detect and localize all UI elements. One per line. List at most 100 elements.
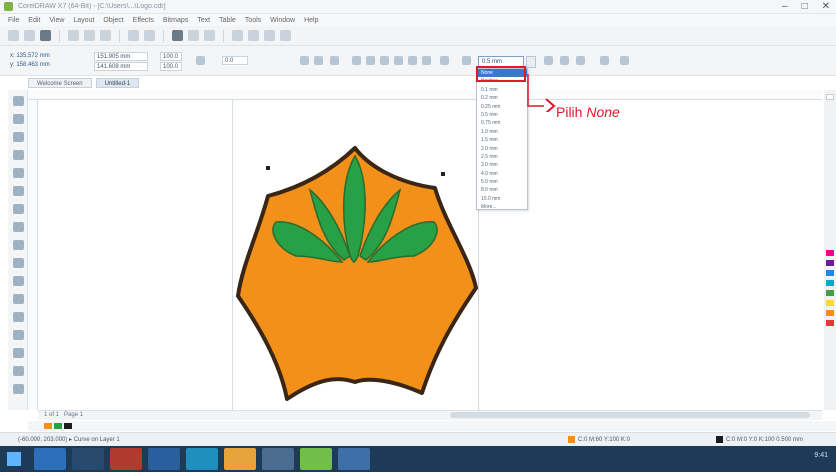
join-nodes-icon[interactable]	[380, 56, 389, 65]
crop-tool-icon[interactable]	[13, 132, 24, 142]
tab-welcome-screen[interactable]: Welcome Screen	[28, 78, 92, 88]
parallel-dimension-icon[interactable]	[13, 276, 24, 286]
menu-tools[interactable]: Tools	[245, 17, 261, 24]
dropdown-item[interactable]: 0.75 mm	[477, 119, 527, 127]
open-icon[interactable]	[24, 30, 35, 41]
position-x-field[interactable]: x: 135.572 mm	[10, 52, 50, 60]
palette-swatch[interactable]	[826, 280, 834, 286]
transparency-icon[interactable]	[13, 330, 24, 340]
minimize-button[interactable]: –	[782, 1, 788, 12]
reduce-nodes-icon[interactable]	[620, 56, 629, 65]
add-node-icon[interactable]	[352, 56, 361, 65]
outline-status[interactable]: C:0 M:0 Y:0 K:100 0.500 mm	[716, 436, 803, 443]
document-color-green[interactable]	[54, 423, 62, 429]
pick-tool-icon[interactable]	[13, 96, 24, 106]
palette-swatch[interactable]	[826, 260, 834, 266]
menu-view[interactable]: View	[49, 17, 64, 24]
scale-y-field[interactable]: 100.0	[160, 62, 182, 71]
taskbar-document-icon[interactable]	[338, 448, 370, 470]
line-style-icon[interactable]	[560, 56, 569, 65]
dropdown-item[interactable]: 0.25 mm	[477, 103, 527, 111]
system-tray-clock[interactable]: 9:41	[814, 452, 828, 459]
to-line-icon[interactable]	[408, 56, 417, 65]
menu-table[interactable]: Table	[219, 17, 236, 24]
chevron-down-icon[interactable]	[526, 56, 536, 68]
scale-x-field[interactable]: 100.0	[160, 52, 182, 61]
rotation-angle-field[interactable]: 0.0	[222, 56, 248, 65]
import-icon[interactable]	[172, 30, 183, 41]
pentagon-leaf-logo[interactable]	[230, 138, 480, 408]
break-curve-icon[interactable]	[394, 56, 403, 65]
smart-fill-icon[interactable]	[13, 384, 24, 394]
eyedropper-icon[interactable]	[13, 348, 24, 358]
mirror-horizontal-icon[interactable]	[300, 56, 309, 65]
height-field[interactable]: 141.608 mm	[94, 62, 148, 71]
taskbar-browser-icon[interactable]	[186, 448, 218, 470]
text-tool-icon[interactable]	[13, 258, 24, 268]
drop-shadow-icon[interactable]	[13, 312, 24, 322]
palette-swatch[interactable]	[826, 290, 834, 296]
page-tab[interactable]: Page 1	[64, 412, 83, 418]
taskbar-folder-icon[interactable]	[224, 448, 256, 470]
dropdown-item[interactable]: 1.5 mm	[477, 136, 527, 144]
dropdown-item[interactable]: 8.0 mm	[477, 186, 527, 194]
lock-ratio-icon[interactable]	[196, 56, 205, 65]
snap-to-icon[interactable]	[248, 30, 259, 41]
artistic-media-icon[interactable]	[13, 186, 24, 196]
vertical-ruler[interactable]	[28, 100, 38, 410]
export-icon[interactable]	[188, 30, 199, 41]
undo-icon[interactable]	[128, 30, 139, 41]
document-color-black[interactable]	[64, 423, 72, 429]
horizontal-ruler[interactable]	[28, 90, 822, 100]
menu-help[interactable]: Help	[304, 17, 318, 24]
app-launcher-icon[interactable]	[280, 30, 291, 41]
start-button[interactable]	[0, 446, 28, 472]
fill-status[interactable]: C:0 M:60 Y:100 K:0	[568, 436, 630, 443]
zoom-tool-icon[interactable]	[13, 150, 24, 160]
taskbar-explorer-icon[interactable]	[34, 448, 66, 470]
palette-swatch[interactable]	[826, 94, 834, 100]
document-color-orange[interactable]	[44, 423, 52, 429]
menu-text[interactable]: Text	[197, 17, 210, 24]
menu-layout[interactable]: Layout	[73, 17, 94, 24]
end-arrowhead-icon[interactable]	[576, 56, 585, 65]
dropdown-item[interactable]: 0.5 mm	[477, 111, 527, 119]
menu-bitmaps[interactable]: Bitmaps	[163, 17, 188, 24]
ellipse-tool-icon[interactable]	[13, 222, 24, 232]
width-field[interactable]: 151.905 mm	[94, 52, 148, 61]
taskbar-mail-icon[interactable]	[148, 448, 180, 470]
close-button[interactable]: ✕	[822, 1, 830, 12]
dropdown-item[interactable]: 10.0 mm	[477, 195, 527, 203]
new-document-icon[interactable]	[8, 30, 19, 41]
taskbar-media-icon[interactable]	[72, 448, 104, 470]
palette-swatch[interactable]	[826, 300, 834, 306]
delete-node-icon[interactable]	[366, 56, 375, 65]
palette-swatch[interactable]	[826, 320, 834, 326]
dropdown-item[interactable]: 0.1 mm	[477, 86, 527, 94]
polygon-tool-icon[interactable]	[13, 240, 24, 250]
connector-tool-icon[interactable]	[13, 294, 24, 304]
menu-object[interactable]: Object	[103, 17, 123, 24]
menu-file[interactable]: File	[8, 17, 19, 24]
redo-icon[interactable]	[144, 30, 155, 41]
close-curve-icon[interactable]	[600, 56, 609, 65]
dropdown-item[interactable]: 0.2 mm	[477, 94, 527, 102]
tab-untitled-1[interactable]: Untitled-1	[95, 78, 140, 88]
page-counter[interactable]: 1 of 1	[44, 412, 59, 418]
cut-icon[interactable]	[68, 30, 79, 41]
paste-icon[interactable]	[100, 30, 111, 41]
options-gear-icon[interactable]	[264, 30, 275, 41]
to-curve-icon[interactable]	[422, 56, 431, 65]
taskbar-coreldraw-icon[interactable]	[300, 448, 332, 470]
zoom-level-icon[interactable]	[232, 30, 243, 41]
position-y-field[interactable]: y: 158.463 mm	[10, 61, 50, 69]
publish-pdf-icon[interactable]	[204, 30, 215, 41]
start-arrowhead-icon[interactable]	[544, 56, 553, 65]
copy-icon[interactable]	[84, 30, 95, 41]
mirror-vertical-icon[interactable]	[314, 56, 323, 65]
taskbar-app-icon[interactable]	[110, 448, 142, 470]
palette-swatch[interactable]	[826, 250, 834, 256]
wrap-text-icon[interactable]	[440, 56, 449, 65]
menu-window[interactable]: Window	[270, 17, 295, 24]
menu-edit[interactable]: Edit	[28, 17, 40, 24]
